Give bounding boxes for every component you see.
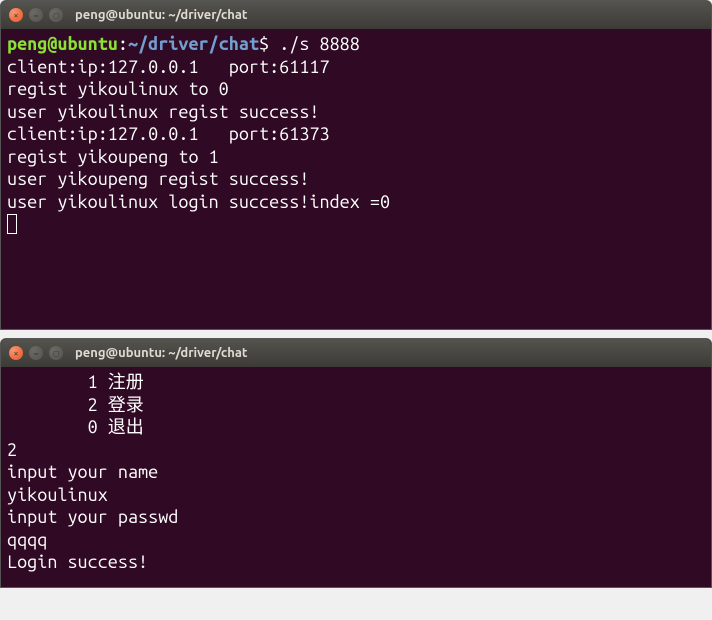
prompt-dollar: $ (259, 34, 279, 54)
output-line: input your passwd (7, 507, 178, 527)
command-text: ./s 8888 (279, 34, 360, 54)
output-line: input your name (7, 462, 158, 482)
output-line: client:ip:127.0.0.1 port:61117 (7, 57, 330, 77)
close-icon[interactable] (9, 8, 23, 22)
terminal-output[interactable]: 1 注册 2 登录 0 退出 2 input your name yikouli… (1, 367, 711, 587)
close-icon[interactable] (9, 346, 23, 360)
output-line: yikoulinux (7, 485, 108, 505)
titlebar[interactable]: peng@ubuntu: ~/driver/chat (1, 339, 711, 367)
output-line: regist yikoulinux to 0 (7, 79, 229, 99)
terminal-window-client: peng@ubuntu: ~/driver/chat 1 注册 2 登录 0 退… (0, 338, 712, 588)
titlebar[interactable]: peng@ubuntu: ~/driver/chat (1, 1, 711, 29)
output-line: 2 (7, 440, 17, 460)
cursor (7, 214, 17, 234)
output-line: user yikoulinux regist success! (7, 102, 319, 122)
terminal-output[interactable]: peng@ubuntu:~/driver/chat$ ./s 8888 clie… (1, 29, 711, 329)
output-line: regist yikoupeng to 1 (7, 147, 219, 167)
maximize-icon[interactable] (49, 346, 63, 360)
terminal-window-server: peng@ubuntu: ~/driver/chat peng@ubuntu:~… (0, 0, 712, 330)
prompt-user: peng@ubuntu (7, 34, 118, 54)
minimize-icon[interactable] (29, 8, 43, 22)
window-title: peng@ubuntu: ~/driver/chat (75, 346, 247, 360)
maximize-icon[interactable] (49, 8, 63, 22)
menu-line: 1 注册 (7, 372, 144, 392)
prompt-sep: : (118, 34, 128, 54)
output-line: Login success! (7, 552, 148, 572)
minimize-icon[interactable] (29, 346, 43, 360)
output-line: client:ip:127.0.0.1 port:61373 (7, 124, 330, 144)
output-line: qqqq (7, 530, 47, 550)
output-line: user yikoulinux login success!index =0 (7, 192, 390, 212)
prompt-path: ~/driver/chat (128, 34, 259, 54)
menu-line: 0 退出 (7, 417, 144, 437)
menu-line: 2 登录 (7, 395, 144, 415)
output-line: user yikoupeng regist success! (7, 169, 309, 189)
window-title: peng@ubuntu: ~/driver/chat (75, 8, 247, 22)
